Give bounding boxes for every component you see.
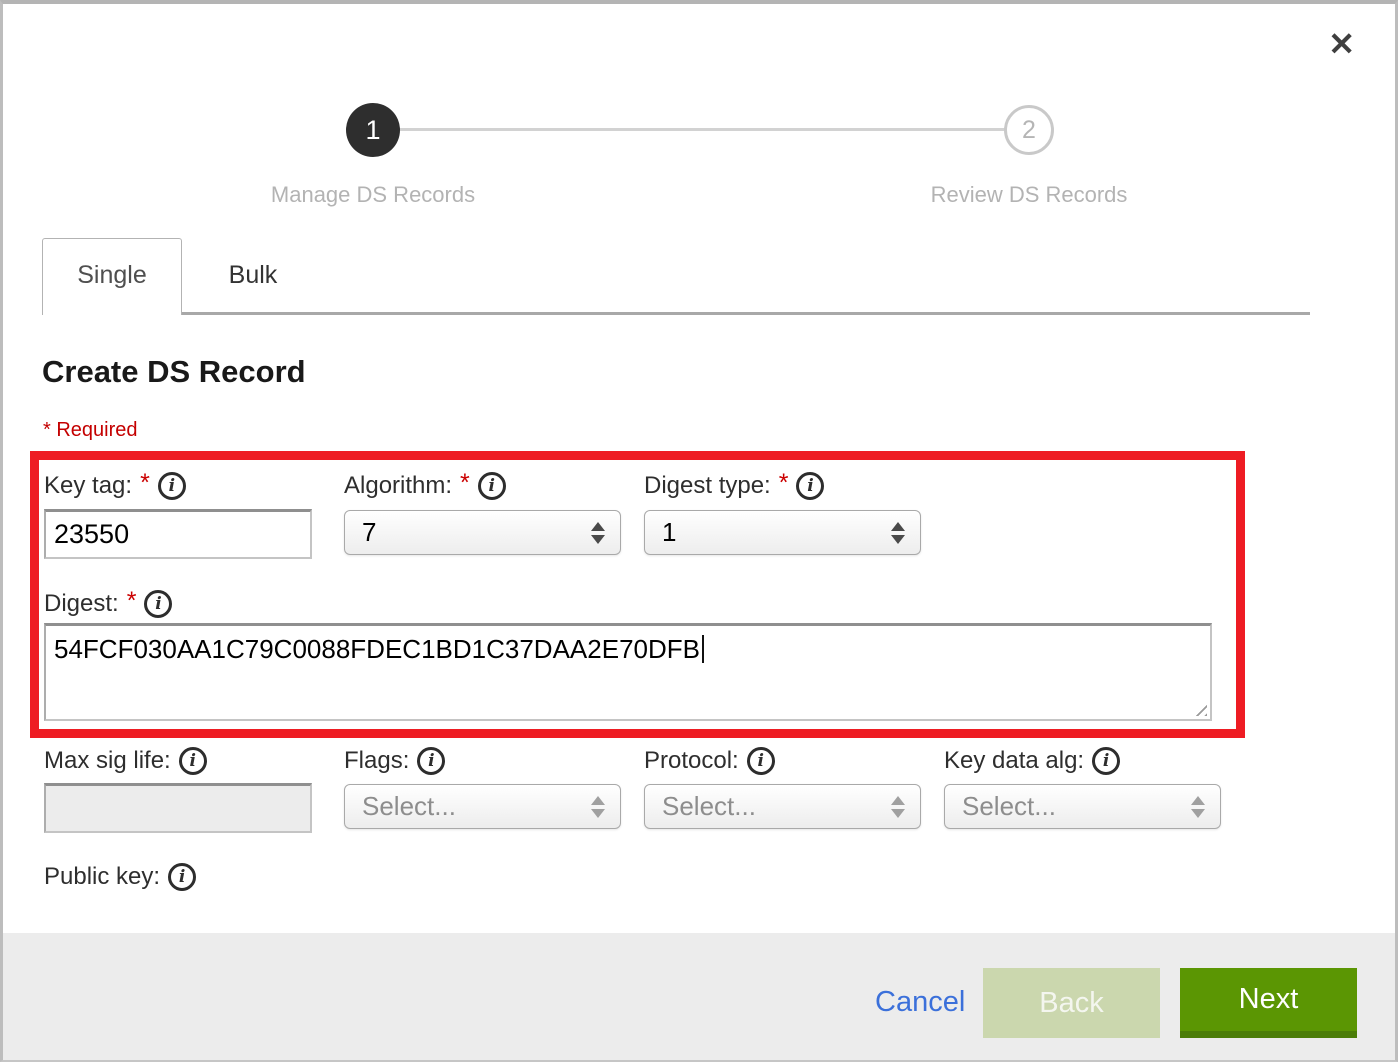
digest-type-label: Digest type: * i — [644, 469, 824, 503]
close-icon[interactable]: ✕ — [1328, 28, 1355, 60]
required-star: * — [140, 469, 150, 498]
max-sig-life-label-text: Max sig life: — [44, 747, 171, 775]
algorithm-label: Algorithm: * i — [344, 469, 506, 503]
stepper-connector-line — [400, 128, 1006, 131]
select-arrows-icon — [891, 522, 905, 544]
select-arrows-icon — [591, 522, 605, 544]
info-icon[interactable]: i — [144, 590, 172, 618]
flags-label-text: Flags: — [344, 747, 409, 775]
tab-bar: Single Bulk — [42, 238, 1310, 315]
protocol-select-value: Select... — [662, 791, 756, 822]
info-icon[interactable]: i — [796, 472, 824, 500]
public-key-label-text: Public key: — [44, 863, 160, 891]
protocol-label: Protocol: i — [644, 744, 775, 778]
flags-select-value: Select... — [362, 791, 456, 822]
key-data-alg-select[interactable]: Select... — [944, 784, 1221, 829]
digest-label-text: Digest: — [44, 590, 119, 618]
public-key-label: Public key: i — [44, 860, 196, 894]
digest-value: 54FCF030AA1C79C0088FDEC1BD1C37DAA2E70DFB — [54, 634, 700, 664]
key-data-alg-label: Key data alg: i — [944, 744, 1120, 778]
digest-label: Digest: * i — [44, 587, 172, 621]
required-note: * Required — [43, 419, 138, 442]
text-cursor — [702, 635, 704, 663]
key-tag-label: Key tag: * i — [44, 469, 186, 503]
stepper-step-1-label: Manage DS Records — [221, 182, 525, 208]
max-sig-life-label: Max sig life: i — [44, 744, 207, 778]
resize-handle[interactable] — [1190, 699, 1207, 716]
digest-textarea[interactable]: 54FCF030AA1C79C0088FDEC1BD1C37DAA2E70DFB — [44, 623, 1212, 721]
info-icon[interactable]: i — [168, 863, 196, 891]
create-ds-record-modal: ✕ 1 2 Manage DS Records Review DS Record… — [0, 0, 1398, 1062]
select-arrows-icon — [1191, 796, 1205, 818]
digest-type-label-text: Digest type: — [644, 472, 771, 500]
key-tag-label-text: Key tag: — [44, 472, 132, 500]
info-icon[interactable]: i — [158, 472, 186, 500]
tab-single[interactable]: Single — [42, 238, 182, 315]
protocol-label-text: Protocol: — [644, 747, 739, 775]
page-title: Create DS Record — [42, 354, 306, 390]
flags-label: Flags: i — [344, 744, 445, 778]
flags-select[interactable]: Select... — [344, 784, 621, 829]
stepper-step-2-circle: 2 — [1004, 105, 1054, 155]
key-data-alg-label-text: Key data alg: — [944, 747, 1084, 775]
key-tag-input[interactable] — [44, 509, 312, 559]
info-icon[interactable]: i — [417, 747, 445, 775]
info-icon[interactable]: i — [179, 747, 207, 775]
key-data-alg-select-value: Select... — [962, 791, 1056, 822]
algorithm-label-text: Algorithm: — [344, 472, 452, 500]
protocol-select[interactable]: Select... — [644, 784, 921, 829]
stepper-step-1-circle: 1 — [346, 103, 400, 157]
tab-bulk[interactable]: Bulk — [182, 238, 324, 312]
algorithm-select-value: 7 — [362, 517, 376, 548]
modal-footer: Cancel Back Next — [3, 933, 1395, 1060]
algorithm-select[interactable]: 7 — [344, 510, 621, 555]
required-star: * — [460, 469, 470, 498]
cancel-button[interactable]: Cancel — [875, 986, 965, 1019]
select-arrows-icon — [891, 796, 905, 818]
digest-type-select-value: 1 — [662, 517, 676, 548]
select-arrows-icon — [591, 796, 605, 818]
back-button[interactable]: Back — [983, 968, 1160, 1038]
info-icon[interactable]: i — [478, 472, 506, 500]
digest-type-select[interactable]: 1 — [644, 510, 921, 555]
stepper-step-2-label: Review DS Records — [877, 182, 1181, 208]
info-icon[interactable]: i — [1092, 747, 1120, 775]
next-button[interactable]: Next — [1180, 968, 1357, 1038]
max-sig-life-input — [44, 783, 312, 833]
info-icon[interactable]: i — [747, 747, 775, 775]
required-star: * — [127, 587, 137, 616]
required-star: * — [779, 469, 789, 498]
